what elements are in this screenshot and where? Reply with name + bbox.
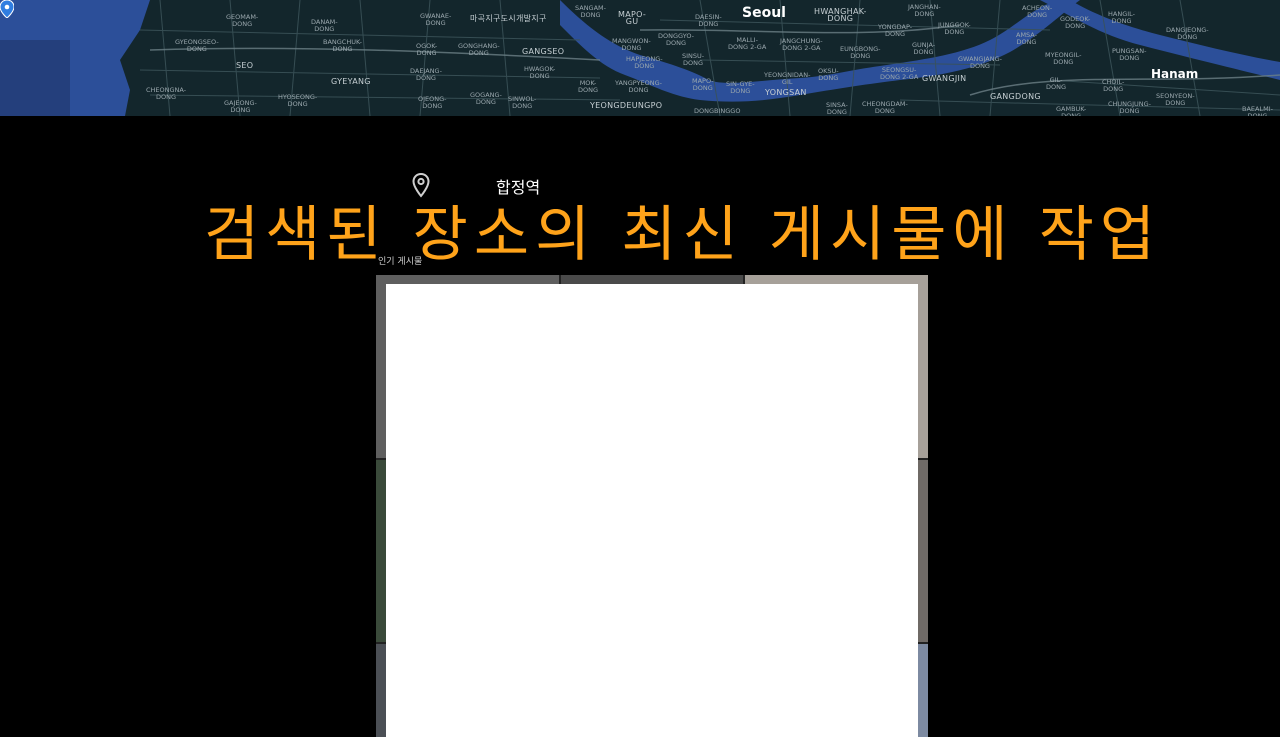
map-label: SINSU- DONG bbox=[682, 52, 705, 67]
map-label: MALLI- DONG 2-GA bbox=[728, 36, 767, 51]
map-label: SINWOL- DONG bbox=[508, 95, 537, 110]
map-label: CHEONGDAM- DONG bbox=[862, 100, 908, 115]
map-label: GANGDONG bbox=[990, 92, 1041, 101]
map-banner[interactable]: GEOMAM- DONG DANAM- DONG GWANAE- DONG 마곡… bbox=[0, 0, 1280, 116]
map-label: GWANAE- DONG bbox=[420, 12, 452, 27]
map-label: JUNGGOK- DONG bbox=[938, 21, 971, 36]
map-label: PUNGSAN- DONG bbox=[1112, 47, 1147, 62]
map-label: SEO bbox=[236, 61, 254, 70]
map-label: CHUNGJUNG- DONG bbox=[1108, 100, 1152, 115]
map-label: YEONGDEUNGPO bbox=[590, 101, 663, 110]
map-label: DANAM- DONG bbox=[311, 18, 338, 33]
map-label: AMSA- DONG bbox=[1016, 31, 1037, 46]
map-label: GWANGJANG- DONG bbox=[958, 55, 1002, 70]
map-label: EUNGBONG- DONG bbox=[840, 45, 881, 60]
map-label: CHOIL- DONG bbox=[1102, 78, 1125, 93]
map-label: GOGANG- DONG bbox=[470, 91, 502, 106]
map-label: HWAGOK- DONG bbox=[524, 65, 556, 80]
map-city-label: Seoul bbox=[742, 5, 786, 21]
map-label: SANGAM- DONG bbox=[575, 4, 606, 19]
map-label: MANGWON- DONG bbox=[612, 37, 651, 52]
map-label: GEOMAM- DONG bbox=[226, 13, 259, 28]
map-label: HAPJEONG- DONG bbox=[626, 55, 663, 70]
map-label: GAMBUK- DONG bbox=[1056, 105, 1087, 117]
map-label: MYEONGIL- DONG bbox=[1045, 51, 1082, 66]
map-city-label: Hanam bbox=[1151, 67, 1199, 81]
map-label: DAESIN- DONG bbox=[695, 13, 722, 28]
map-label: SEONGSU- DONG 2-GA bbox=[880, 66, 919, 81]
map-label: BAEALMI- DONG bbox=[1242, 105, 1273, 117]
map-label: YANGPYEONG- DONG bbox=[615, 79, 663, 94]
map-label: HWANGHAK- DONG bbox=[814, 7, 867, 23]
map-label: DONGBINGGO bbox=[694, 107, 741, 115]
map-label: SIN-GYE- DONG bbox=[726, 80, 755, 95]
map-label: MAPO- DONG bbox=[692, 77, 714, 92]
map-label: ACHEON- DONG bbox=[1022, 4, 1053, 19]
map-label: GUNJA- DONG bbox=[912, 41, 936, 56]
map-label: GYEONGSEO- DONG bbox=[175, 38, 219, 53]
map-label: YEONGNIDAN- GIL bbox=[764, 71, 811, 86]
map-label: SEONYEON- DONG bbox=[1156, 92, 1195, 107]
map-label: MOK- DONG bbox=[578, 79, 599, 94]
map-label: HANGIL- DONG bbox=[1108, 10, 1136, 25]
map-label: DANGJEONG- DONG bbox=[1166, 26, 1209, 41]
blank-card bbox=[386, 284, 918, 737]
place-name: 합정역 bbox=[496, 178, 541, 197]
map-label: 마곡지구도시개발지구 bbox=[470, 14, 547, 23]
map-label: OJEONG- DONG bbox=[418, 95, 447, 110]
overlay-caption: 검색된 장소의 최신 게시물에 작업 bbox=[204, 200, 1162, 270]
map-pin-icon[interactable] bbox=[0, 0, 14, 18]
map-label: OGOK- DONG bbox=[416, 42, 438, 57]
map-label: JANGCHUNG- DONG 2-GA bbox=[780, 37, 823, 52]
map-label: GONGHANG- DONG bbox=[458, 42, 500, 57]
map-label: MAPO- GU bbox=[618, 10, 647, 26]
map-label: BANGCHUK- DONG bbox=[323, 38, 362, 53]
map-label: GODEOK- DONG bbox=[1060, 15, 1091, 30]
map-label: JANGHAN- DONG bbox=[908, 3, 941, 18]
map-label: DONGGYO- DONG bbox=[658, 32, 694, 47]
map-label: GWANGJIN bbox=[922, 74, 967, 83]
map-label: CHEONGNA- DONG bbox=[146, 86, 187, 101]
map-label: HYOSEONG- DONG bbox=[278, 93, 318, 108]
map-label: YONGDAP- DONG bbox=[878, 23, 913, 38]
map-label: OKSU- DONG bbox=[818, 67, 839, 82]
map-label: DAEJANG- DONG bbox=[410, 67, 442, 82]
map-label: SINSA- DONG bbox=[826, 101, 848, 116]
map-label: GAJEONG- DONG bbox=[224, 99, 257, 114]
map-label: GIL- DONG bbox=[1046, 76, 1067, 91]
map-label: GYEYANG bbox=[331, 77, 371, 86]
map-label: YONGSAN bbox=[765, 88, 807, 97]
location-pin-icon bbox=[412, 172, 430, 198]
map-label: GANGSEO bbox=[522, 47, 565, 56]
